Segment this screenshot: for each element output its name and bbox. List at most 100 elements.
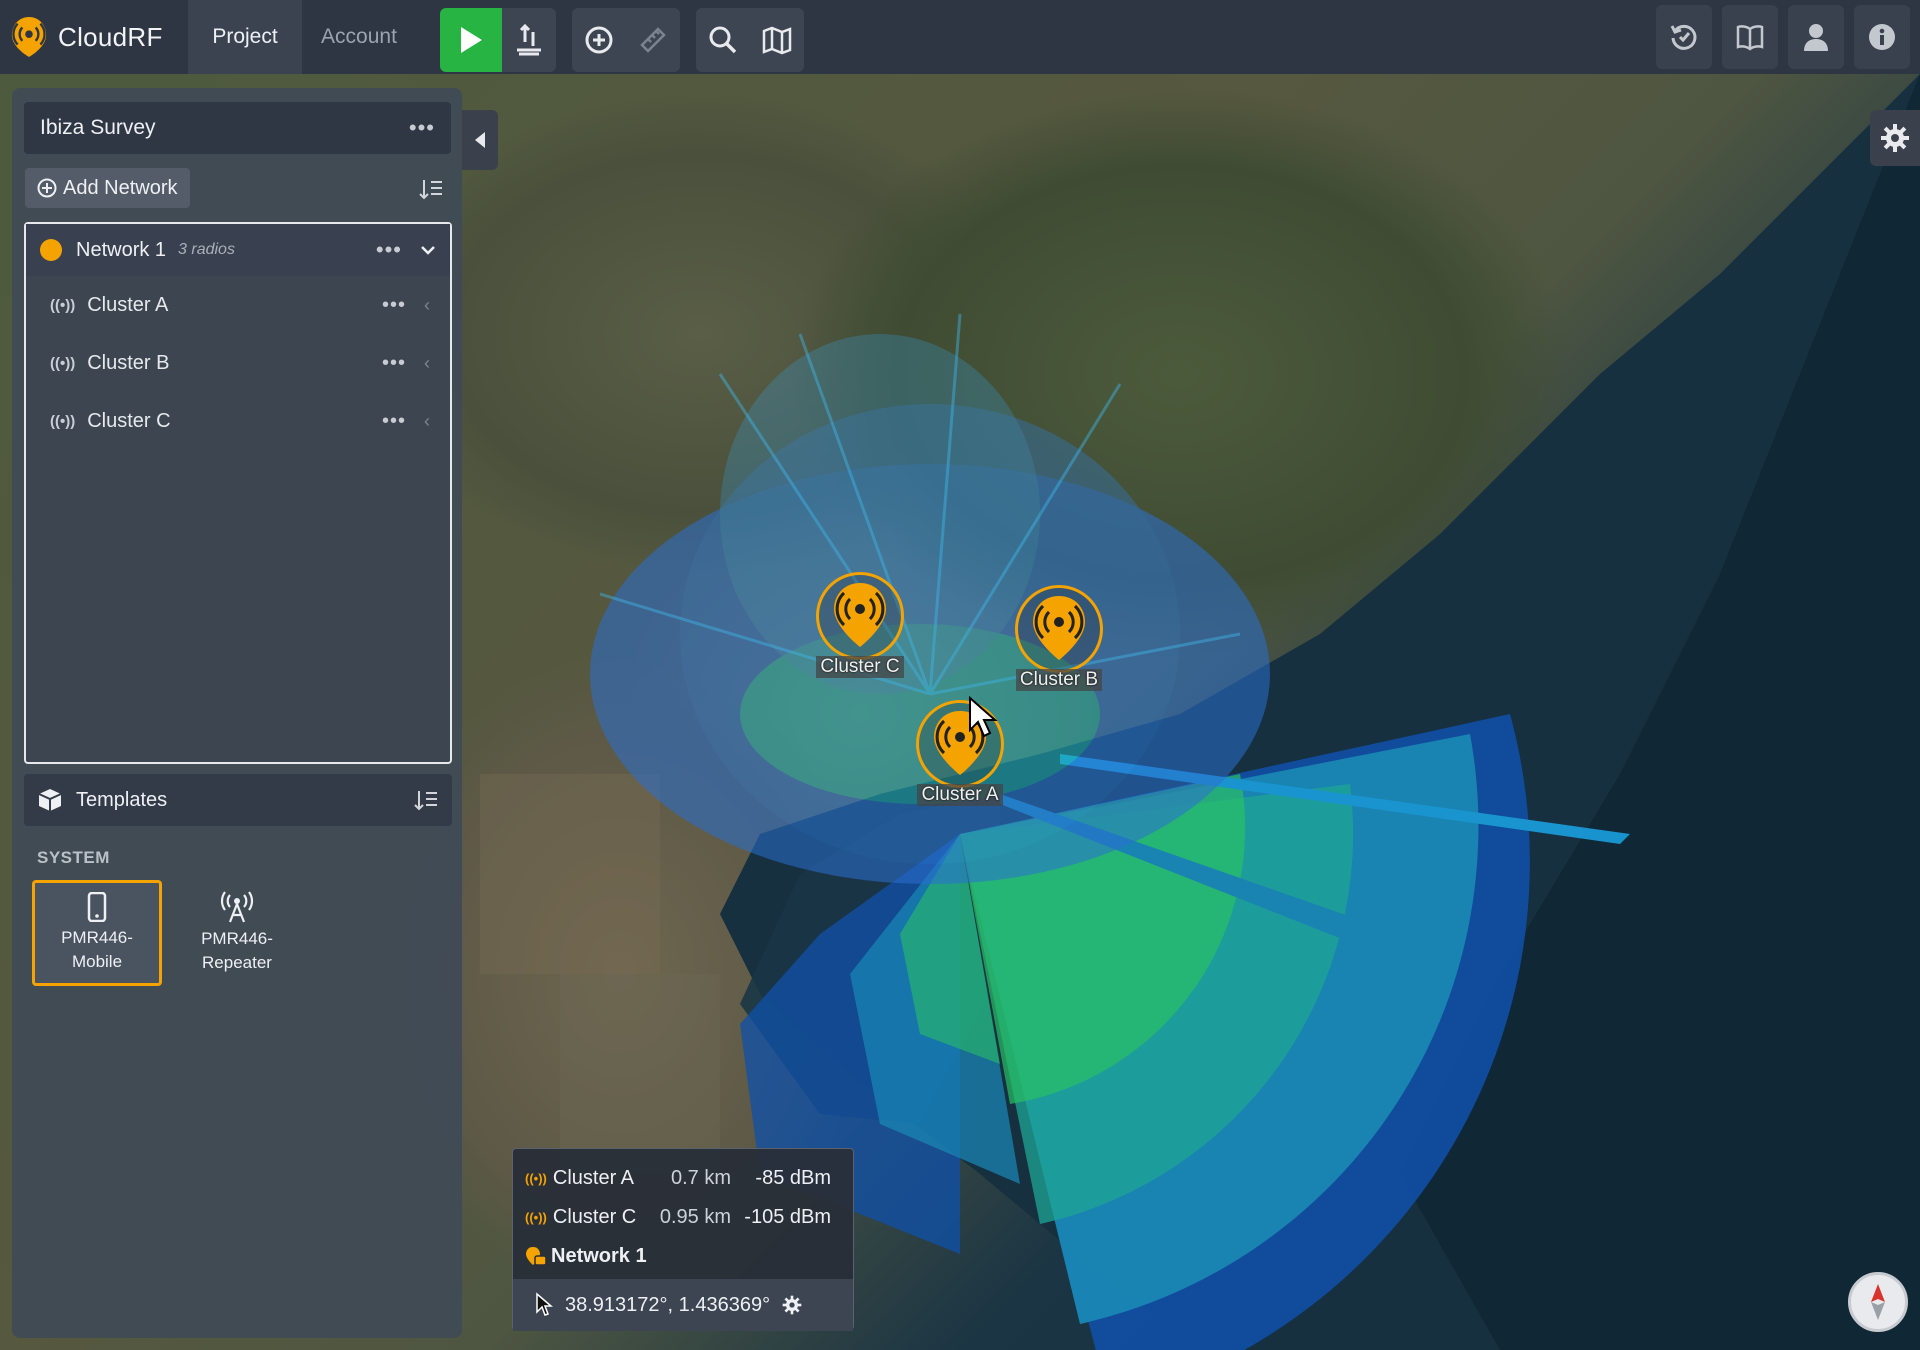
ruler-icon (640, 26, 666, 53)
radio-antenna-icon: ((•)) (525, 1170, 547, 1186)
radio-tower-icon (220, 891, 254, 923)
radio-antenna-icon: ((•)) (50, 412, 76, 430)
tab-account[interactable]: Account (302, 0, 416, 74)
top-navigation-bar: CloudRF Project Account (0, 0, 1920, 74)
more-icon[interactable]: ••• (409, 117, 435, 139)
map-layers-button[interactable] (750, 7, 804, 72)
readout-distance: 0.7 km (670, 1166, 731, 1189)
upload-icon (517, 23, 541, 55)
more-icon[interactable]: ••• (376, 239, 402, 261)
marker-label: Cluster A (917, 784, 1003, 806)
template-name-line1: PMR446- (201, 929, 273, 948)
template-name-line2: Mobile (71, 952, 123, 971)
templates-header[interactable]: Templates (24, 774, 452, 826)
user-button[interactable] (1788, 5, 1844, 69)
templates-title: Templates (76, 788, 168, 811)
readout-signal: -85 dBm (755, 1166, 831, 1189)
radio-item-cluster-a[interactable]: ((•)) Cluster A ••• ‹ (26, 276, 450, 334)
caret-left-icon (475, 132, 485, 148)
readout-row-cluster-a: ((•)) Cluster A 0.7 km -85 dBm (525, 1161, 843, 1195)
brand[interactable]: CloudRF (0, 0, 188, 74)
network-name: Network 1 (76, 238, 167, 261)
app-name: CloudRF (58, 21, 163, 52)
readout-signal: -105 dBm (744, 1205, 831, 1228)
radio-antenna-icon: ((•)) (50, 296, 76, 314)
tab-project[interactable]: Project (188, 0, 302, 74)
project-header[interactable]: Ibiza Survey ••• (24, 102, 451, 154)
sort-icon[interactable] (414, 789, 438, 811)
template-pmr446-repeater[interactable]: PMR446- Repeater (172, 880, 302, 986)
readout-row-cluster-c: ((•)) Cluster C 0.95 km -105 dBm (525, 1200, 843, 1234)
radio-item-cluster-b[interactable]: ((•)) Cluster B ••• ‹ (26, 334, 450, 392)
chevron-left-icon[interactable]: ‹ (424, 353, 430, 374)
collapse-sidebar-button[interactable] (462, 110, 498, 170)
more-icon[interactable]: ••• (382, 353, 406, 373)
compass-button[interactable] (1848, 1272, 1908, 1332)
map-marker-cluster-b[interactable]: Cluster B (1014, 585, 1104, 705)
radio-name: Cluster B (87, 351, 170, 374)
template-name-line1: PMR446- (61, 928, 133, 947)
cube-icon (38, 789, 62, 811)
map-marker-cluster-c[interactable]: Cluster C (815, 572, 905, 692)
readout-distance: 0.95 km (659, 1205, 731, 1228)
play-icon (461, 26, 482, 53)
compass-icon (1871, 1284, 1885, 1320)
antenna-pin-icon (1015, 585, 1103, 673)
mobile-phone-icon (87, 892, 107, 922)
coordinates-value: 38.913172°, 1.436369° (565, 1293, 771, 1316)
info-button[interactable] (1854, 5, 1910, 69)
more-icon[interactable]: ••• (382, 295, 406, 315)
chevron-down-icon[interactable] (420, 244, 436, 256)
marker-label: Cluster B (1015, 669, 1103, 691)
signal-readout-panel: ((•)) Cluster A 0.7 km -85 dBm ((•)) Clu… (512, 1148, 854, 1331)
chevron-left-icon[interactable]: ‹ (424, 411, 430, 432)
readout-radio-name: Cluster C (552, 1205, 637, 1228)
radio-antenna-icon: ((•)) (525, 1209, 547, 1225)
project-name: Ibiza Survey (40, 116, 156, 139)
history-button[interactable] (1656, 5, 1712, 69)
cloudrf-logo-icon (11, 17, 47, 57)
cursor-coordinates: 38.913172°, 1.436369° (513, 1279, 853, 1331)
network-header[interactable]: Network 1 3 radios ••• (26, 224, 450, 276)
more-icon[interactable]: ••• (382, 411, 406, 431)
run-button[interactable] (440, 7, 502, 72)
add-site-button[interactable] (572, 7, 626, 72)
network-color-dot (40, 239, 62, 261)
map-settings-button[interactable] (1870, 110, 1920, 166)
chevron-left-icon[interactable]: ‹ (424, 295, 430, 316)
user-icon (1804, 24, 1828, 51)
add-network-label: Add Network (63, 176, 178, 199)
docs-button[interactable] (1722, 5, 1778, 69)
template-name-line2: Repeater (202, 953, 272, 972)
readout-radio-name: Cluster A (552, 1166, 635, 1189)
radio-item-cluster-c[interactable]: ((•)) Cluster C ••• ‹ (26, 392, 450, 450)
readout-network-row: Network 1 (525, 1239, 647, 1273)
search-button[interactable] (696, 7, 750, 72)
template-pmr446-mobile[interactable]: PMR446- Mobile (32, 880, 162, 986)
mouse-cursor-icon (969, 696, 998, 738)
add-network-button[interactable]: Add Network (25, 168, 190, 208)
network-radio-count: 3 radios (178, 241, 235, 258)
radio-name: Cluster A (87, 293, 169, 316)
book-icon (1736, 25, 1764, 51)
templates-section-label: SYSTEM (37, 848, 110, 867)
radio-antenna-icon: ((•)) (50, 354, 76, 372)
history-icon (1670, 24, 1697, 50)
pointer-icon (536, 1292, 553, 1316)
info-icon (1869, 24, 1895, 50)
project-sidebar: Ibiza Survey ••• Add Network Network 1 3… (12, 88, 462, 1338)
marker-label: Cluster C (816, 656, 904, 678)
radio-name: Cluster C (87, 409, 171, 432)
add-site-icon (585, 26, 613, 53)
plus-circle-icon (37, 178, 57, 198)
ruler-button[interactable] (626, 7, 680, 72)
search-icon (709, 26, 737, 53)
antenna-pin-icon (816, 572, 904, 660)
network-group-icon (526, 1247, 547, 1266)
network-panel: Network 1 3 radios ••• ((•)) Cluster A •… (24, 222, 452, 764)
sort-icon[interactable] (419, 178, 443, 200)
upload-button[interactable] (502, 7, 556, 72)
map-icon (762, 26, 792, 54)
gear-icon[interactable] (782, 1295, 802, 1315)
readout-network-name: Network 1 (551, 1244, 647, 1267)
